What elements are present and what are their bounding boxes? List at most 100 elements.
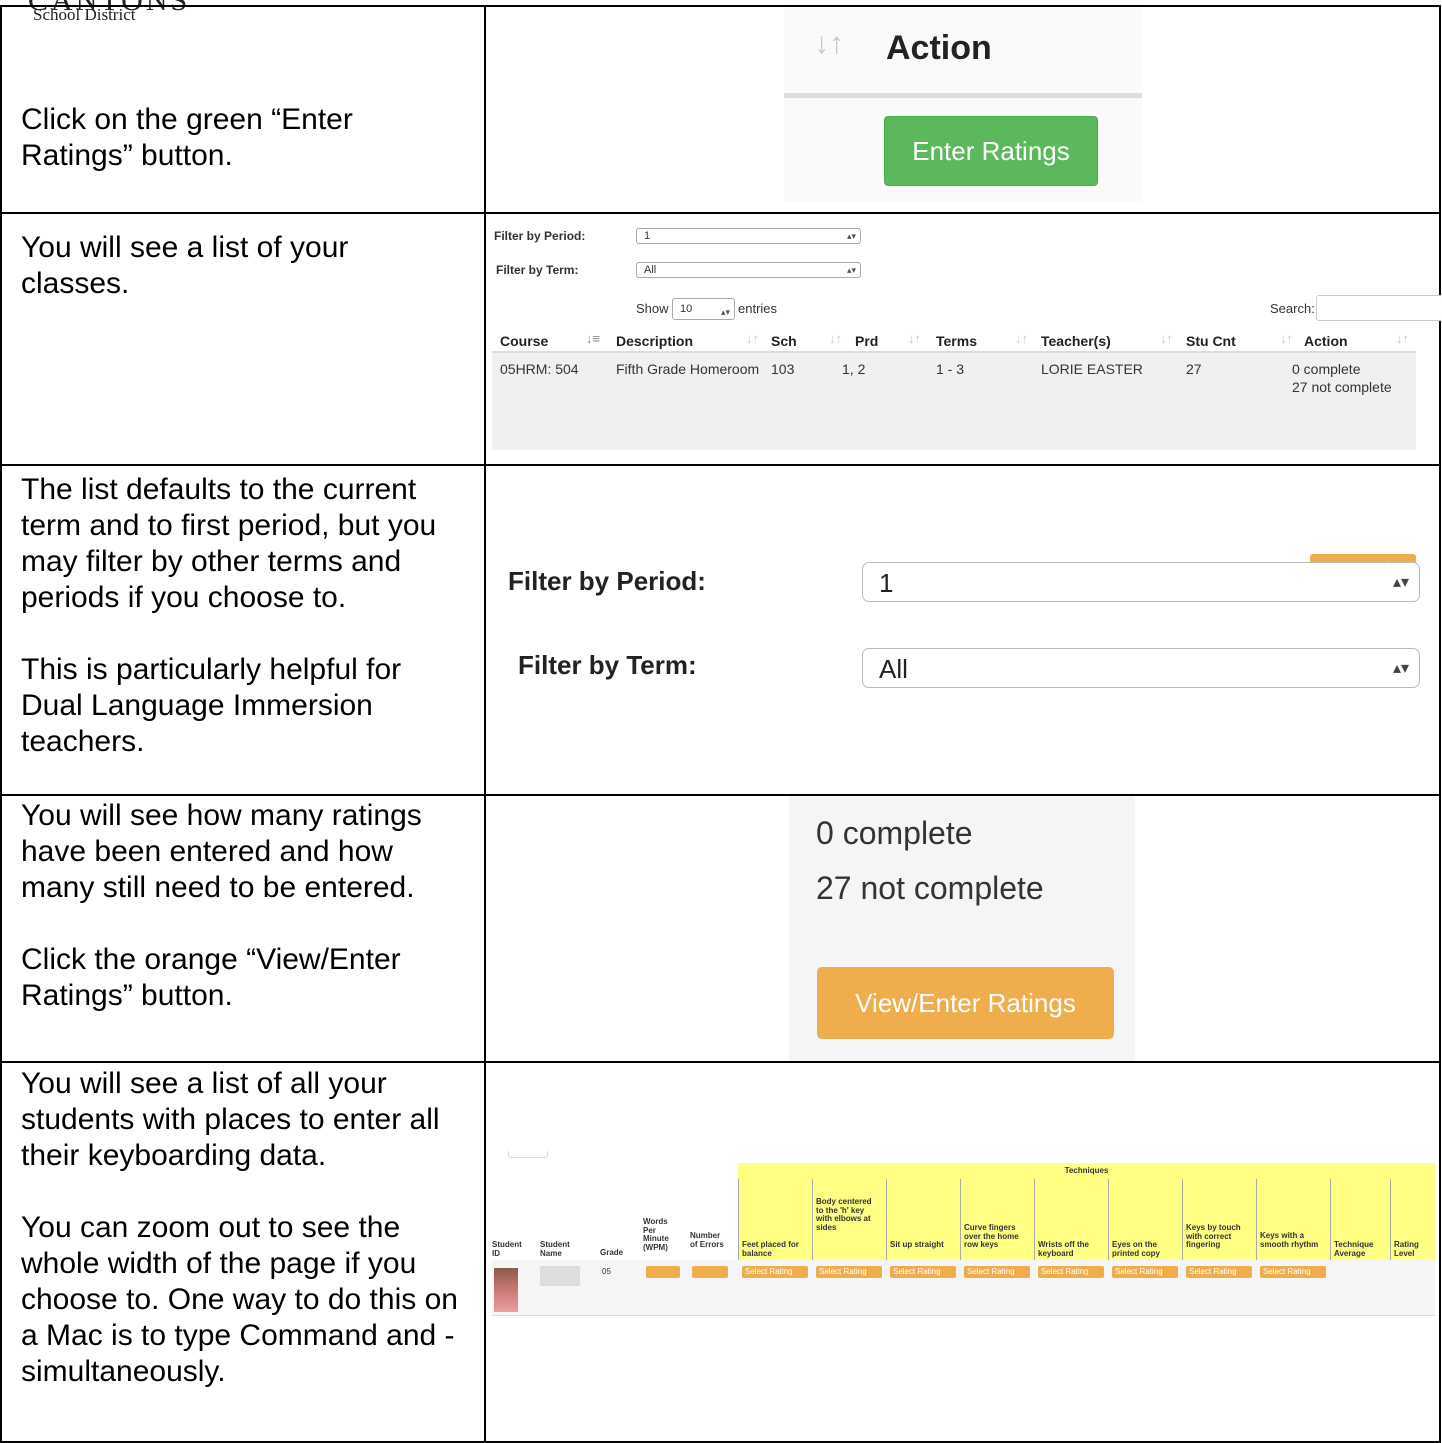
col-action[interactable]: Action	[1304, 333, 1348, 349]
ratings-table-cell: Techniques Student ID Student Name Grade…	[484, 1061, 1441, 1443]
cell-prd: 1, 2	[842, 361, 866, 377]
col-description[interactable]: Description	[616, 333, 693, 349]
step-text: You will see a list of all your students…	[21, 1067, 440, 1172]
step-text: The list defaults to the current term an…	[21, 473, 437, 614]
filter-term-label: Filter by Term:	[518, 650, 697, 680]
cell-description: Fifth Grade Homeroom	[616, 361, 760, 377]
col-student-name[interactable]: Student Name	[540, 1240, 580, 1258]
step-row-1: Click on the green “Enter Ratings” butto…	[0, 5, 1441, 214]
step-text-cell: You will see a list of your classes.	[0, 212, 486, 466]
col-technique-avg[interactable]: Technique Average	[1334, 1240, 1386, 1258]
filter-term-label: Filter by Term:	[496, 263, 579, 277]
search-input[interactable]	[1316, 295, 1442, 321]
select-arrows-icon: ▴▾	[720, 307, 730, 317]
entries-select[interactable]: 10 ▴▾	[672, 298, 735, 320]
filter-term-select[interactable]: All ▴▾	[636, 262, 861, 278]
sort-icon[interactable]: ↓↑	[1015, 331, 1028, 346]
body-rating-select[interactable]: Select Rating	[816, 1266, 882, 1278]
sort-asc-icon[interactable]: ↓≡	[586, 331, 600, 346]
action-header: Action	[886, 29, 992, 67]
col-teachers[interactable]: Teacher(s)	[1041, 333, 1111, 349]
student-name-redacted	[540, 1266, 580, 1286]
select-arrows-icon: ▴▾	[1392, 574, 1409, 591]
wrists-rating-select[interactable]: Select Rating	[1038, 1266, 1104, 1278]
sort-icon[interactable]: ↓↑	[746, 331, 759, 346]
entries-value: 10	[680, 303, 693, 315]
col-student-id[interactable]: Student ID	[492, 1240, 522, 1258]
page-length-select[interactable]	[508, 1151, 548, 1158]
cell-stu-cnt: 27	[1186, 361, 1202, 377]
step-text: Click the orange “View/Enter Ratings” bu…	[21, 943, 401, 1012]
cell-not-complete: 27 not complete	[1292, 379, 1392, 395]
instructions-table: Click on the green “Enter Ratings” butto…	[0, 5, 1442, 1443]
col-eyes[interactable]: Eyes on the printed copy	[1112, 1240, 1174, 1258]
touch-rating-select[interactable]: Select Rating	[1186, 1266, 1252, 1278]
filter-term-select[interactable]: All ▴▾	[862, 648, 1420, 688]
rhythm-rating-select[interactable]: Select Rating	[1260, 1266, 1326, 1278]
count-zoom-cell: 0 complete 27 not complete View/Enter Ra…	[484, 794, 1441, 1063]
step-row-4: You will see how many ratings have been …	[0, 794, 1441, 1063]
complete-count: 0 complete	[816, 815, 973, 851]
filter-period-value: 1	[644, 230, 651, 242]
col-body-centered[interactable]: Body centered to the 'h' key with elbows…	[816, 1197, 878, 1232]
step-image-cell: ↓↑ Action Enter Ratings	[484, 5, 1441, 214]
errors-input[interactable]	[692, 1266, 728, 1278]
wpm-input[interactable]	[646, 1266, 680, 1278]
col-keys-rhythm[interactable]: Keys with a smooth rhythm	[1260, 1231, 1322, 1249]
techniques-header: Techniques	[738, 1163, 1435, 1180]
step-text-cell: Click on the green “Enter Ratings” butto…	[0, 5, 486, 214]
select-arrows-icon: ▴▾	[846, 231, 856, 241]
cell-grade: 05	[602, 1267, 611, 1276]
col-wpm[interactable]: Words Per Minute (WPM)	[643, 1217, 677, 1252]
col-keys-touch[interactable]: Keys by touch with correct fingering	[1186, 1223, 1248, 1250]
eyes-rating-select[interactable]: Select Rating	[1112, 1266, 1178, 1278]
student-photo	[494, 1268, 518, 1312]
sit-rating-select[interactable]: Select Rating	[890, 1266, 956, 1278]
action-crop: ↓↑ Action Enter Ratings	[784, 7, 1142, 202]
enter-ratings-button[interactable]: Enter Ratings	[884, 116, 1098, 186]
cell-complete: 0 complete	[1292, 361, 1361, 377]
step-row-5: You will see a list of all your students…	[0, 1061, 1441, 1443]
curve-rating-select[interactable]: Select Rating	[964, 1266, 1030, 1278]
sort-icon[interactable]: ↓↑	[908, 331, 921, 346]
col-stu-cnt[interactable]: Stu Cnt	[1186, 333, 1236, 349]
step-text-cell: You will see how many ratings have been …	[0, 794, 486, 1063]
sort-icon: ↓↑	[814, 27, 844, 60]
sort-icon[interactable]: ↓↑	[1280, 331, 1293, 346]
filter-period-select[interactable]: 1 ▴▾	[636, 228, 861, 244]
col-errors[interactable]: Number of Errors	[690, 1231, 726, 1249]
col-grade[interactable]: Grade	[600, 1248, 623, 1258]
step-text: You will see how many ratings have been …	[21, 799, 422, 904]
cell-terms: 1 - 3	[936, 361, 965, 377]
view-enter-ratings-button[interactable]: View/Enter Ratings	[817, 967, 1114, 1039]
filter-period-select[interactable]: 1 ▴▾	[862, 562, 1420, 602]
col-curve-fingers[interactable]: Curve fingers over the home row keys	[964, 1223, 1026, 1250]
col-wrists[interactable]: Wrists off the keyboard	[1038, 1240, 1100, 1258]
col-rating-level[interactable]: Rating Level	[1394, 1240, 1430, 1258]
col-terms[interactable]: Terms	[936, 333, 977, 349]
cell-teacher: LORIE EASTER	[1041, 361, 1143, 377]
filter-term-value: All	[879, 654, 908, 684]
step-text: This is particularly helpful for Dual La…	[21, 653, 402, 758]
step-row-2: You will see a list of your classes. Fil…	[0, 212, 1442, 579]
col-prd[interactable]: Prd	[855, 333, 878, 349]
feet-rating-select[interactable]: Select Rating	[742, 1266, 808, 1278]
sort-icon[interactable]: ↓↑	[1396, 331, 1409, 346]
step-text-cell: You will see a list of all your students…	[0, 1061, 486, 1443]
class-list-cell: Filter by Period: 1 ▴▾ Filter by Term: Al…	[484, 212, 1442, 579]
search-label: Search:	[1270, 301, 1315, 316]
step-row-3: The list defaults to the current term an…	[0, 464, 1441, 796]
step-text-cell: The list defaults to the current term an…	[0, 464, 486, 796]
sort-icon[interactable]: ↓↑	[829, 331, 842, 346]
col-sit-up[interactable]: Sit up straight	[890, 1240, 952, 1250]
step-text: You can zoom out to see the whole width …	[21, 1211, 458, 1388]
select-arrows-icon: ▴▾	[1392, 660, 1409, 677]
filter-period-label: Filter by Period:	[494, 229, 586, 243]
filter-term-value: All	[644, 264, 657, 276]
col-sch[interactable]: Sch	[771, 333, 797, 349]
cell-course: 05HRM: 504	[500, 361, 579, 377]
col-feet[interactable]: Feet placed for balance	[742, 1240, 808, 1258]
show-label: Show	[636, 301, 669, 316]
sort-icon[interactable]: ↓↑	[1160, 331, 1173, 346]
col-course[interactable]: Course	[500, 333, 548, 349]
